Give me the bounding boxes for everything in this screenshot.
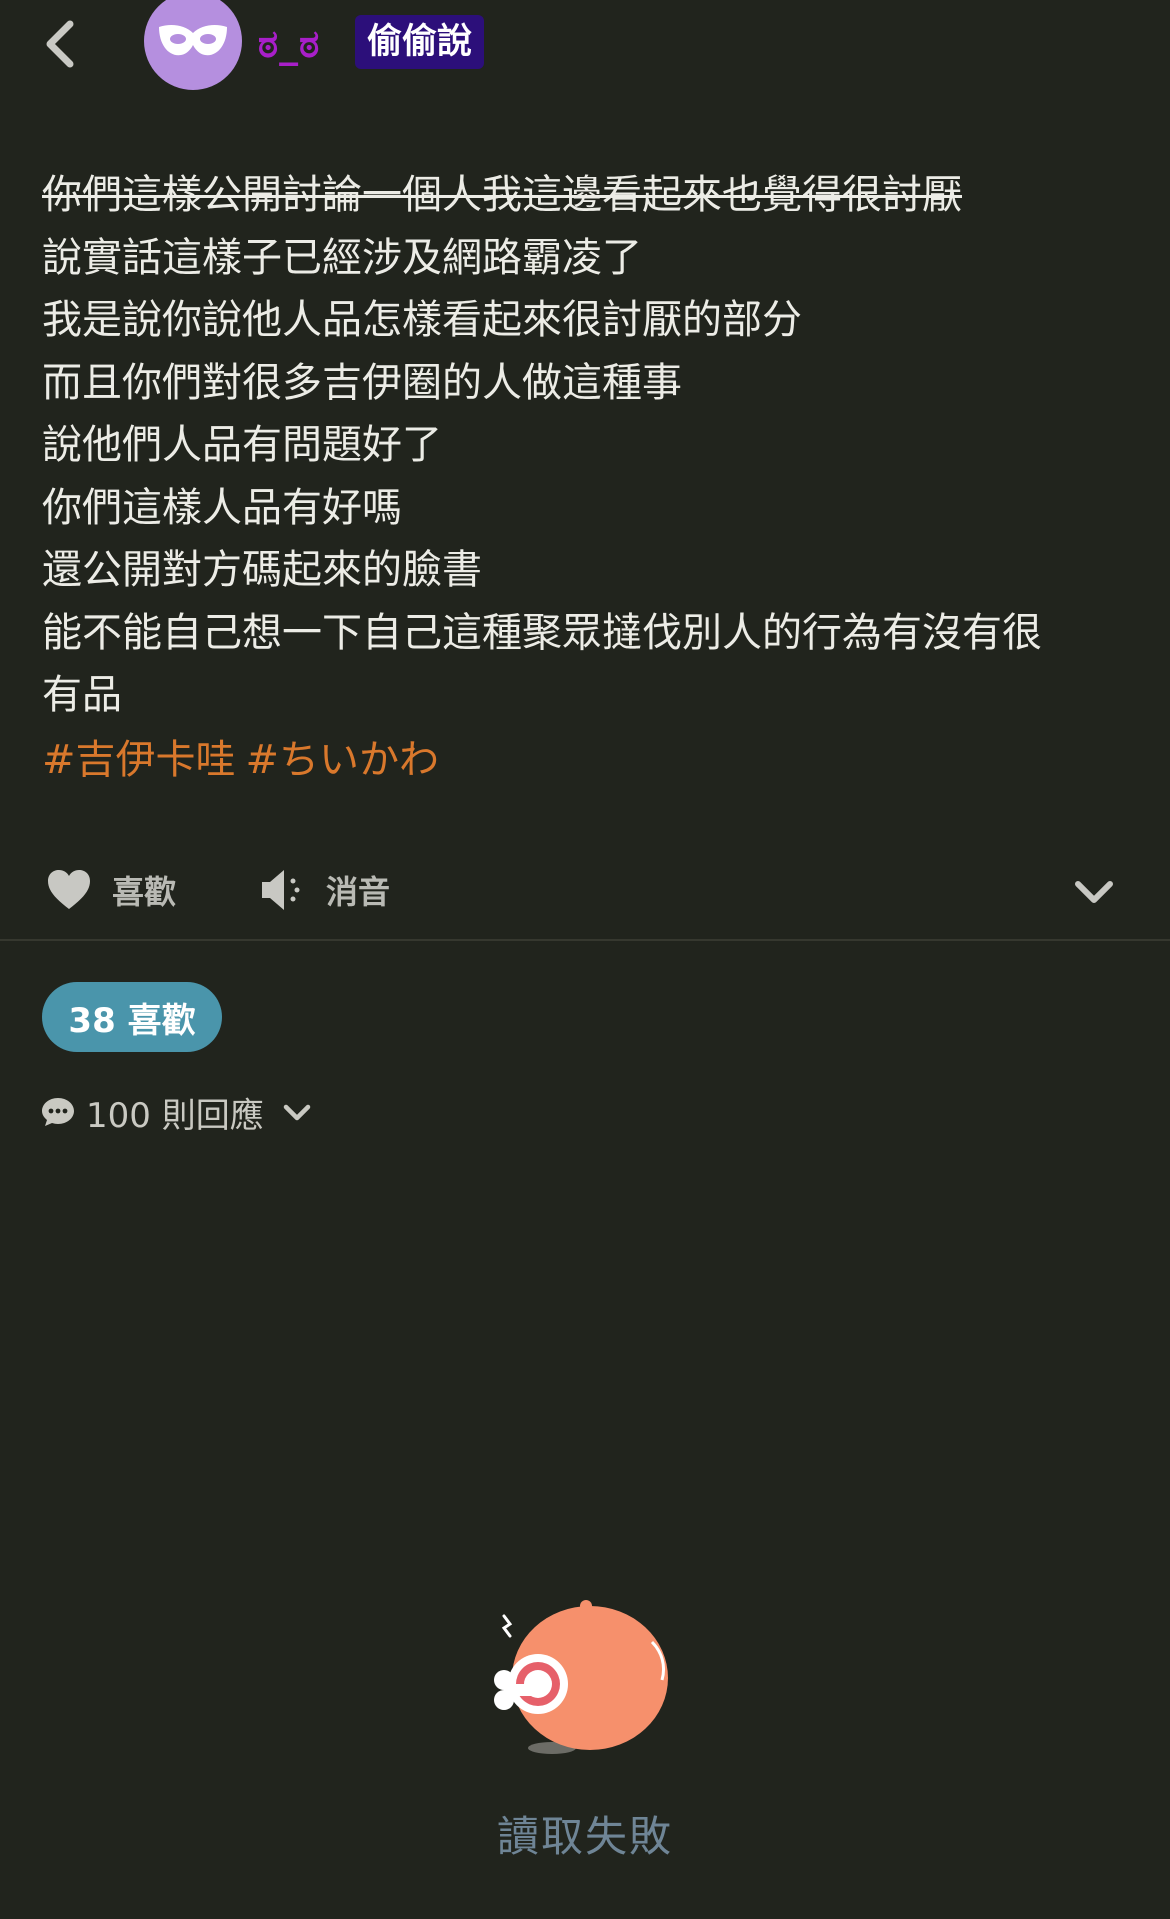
tag-list: #吉伊卡哇 #ちいかわ <box>42 729 1132 792</box>
post-line: 而且你們對很多吉伊圈的人做這種事 <box>42 359 682 406</box>
post-line: 我是說你說他人品怎樣看起來很討厭的部分 <box>42 297 802 343</box>
username[interactable]: ಠ_ಠ <box>258 18 320 70</box>
comments-toggle[interactable]: 100 則回應 <box>40 1085 312 1139</box>
post-line: 還公開對方碼起來的臉書 <box>42 547 482 593</box>
likes-count-button[interactable]: 38 喜歡 <box>42 982 222 1052</box>
error-message: 讀取失敗 <box>496 1812 673 1861</box>
post-line: 說實話這樣子已經涉及網路霸凌了 <box>42 234 642 281</box>
comment-bubble-icon <box>42 1098 74 1126</box>
post-line: 有品 <box>42 672 122 718</box>
post-header: ಠ_ಠ 偷偷說 <box>0 0 1170 110</box>
like-label: 喜歡 <box>112 873 177 911</box>
chevron-down-icon[interactable] <box>1074 874 1114 910</box>
tag-link[interactable]: #ちいかわ <box>246 737 440 783</box>
chevron-left-icon <box>46 20 74 68</box>
struck-text-line: 你們這樣公開討論一個人我這邊看起來也覺得很討厭 <box>42 172 962 218</box>
avatar[interactable] <box>144 0 242 90</box>
post-line: 你們這樣人品有好嗎 <box>42 484 402 531</box>
mask-icon <box>159 25 227 56</box>
mute-label: 消音 <box>326 873 391 911</box>
mute-button[interactable]: 消音 <box>260 860 390 920</box>
chevron-down-icon <box>283 1104 310 1121</box>
divider <box>0 939 1170 941</box>
board-badge[interactable]: 偷偷說 <box>355 15 485 69</box>
post-content: 你們這樣公開討論一個人我這邊看起來也覺得很討厭 說實話這樣子已經涉及網路霸凌了 … <box>42 164 1132 791</box>
heart-icon <box>48 870 90 909</box>
tag-link[interactable]: #吉伊卡哇 <box>42 737 236 783</box>
error-character-illustration <box>494 1600 668 1754</box>
action-bar: 喜歡 消音 <box>0 850 1170 938</box>
post-line: 說他們人品有問題好了 <box>42 422 442 468</box>
back-button[interactable] <box>36 12 92 76</box>
like-button[interactable]: 喜歡 <box>46 860 176 920</box>
speaker-mute-icon <box>262 870 300 910</box>
post-line: 能不能自己想一下自己這種聚眾撻伐別人的行為有沒有很 <box>42 609 1042 656</box>
comments-count: 100 則回應 <box>86 1095 264 1136</box>
